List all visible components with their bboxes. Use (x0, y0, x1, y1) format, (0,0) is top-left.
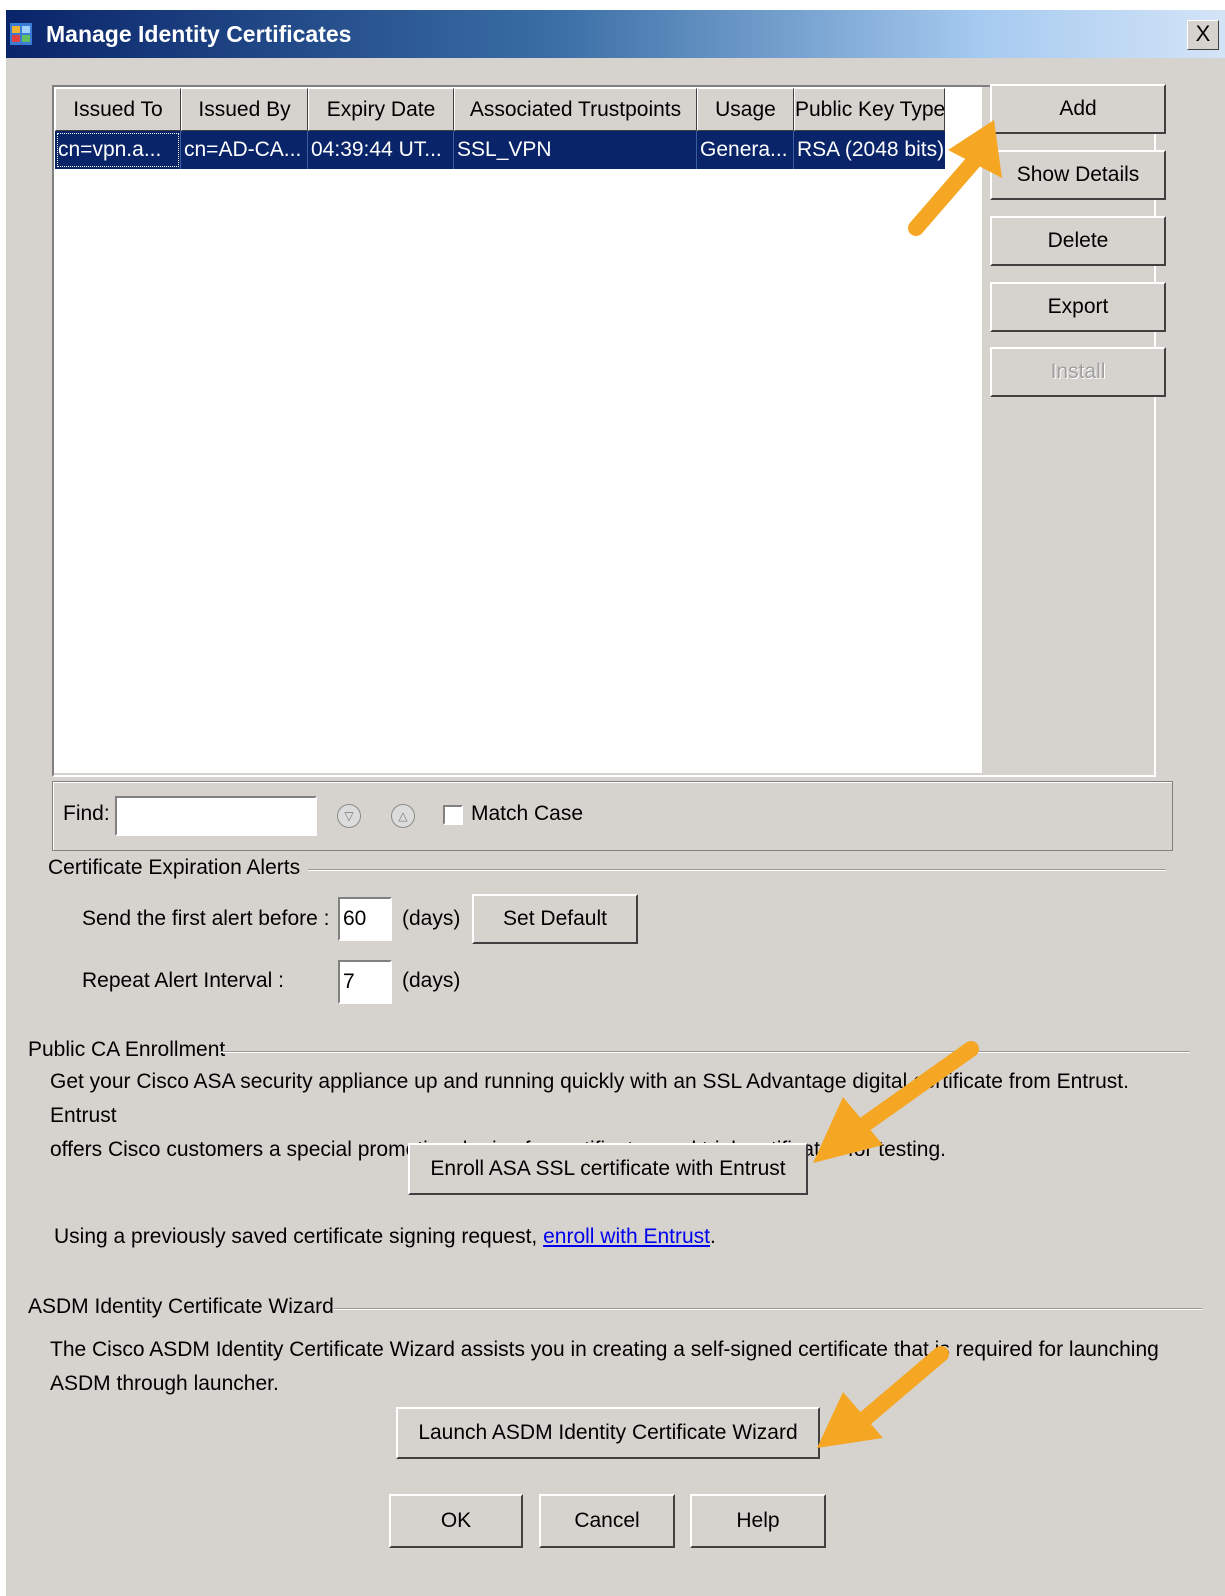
manage-identity-certificates-dialog: Manage Identity Certificates X Issued To… (6, 10, 1225, 1596)
cell-issued-by[interactable]: cn=AD-CA... (181, 131, 308, 169)
cell-public-key-type[interactable]: RSA (2048 bits) (794, 131, 945, 169)
find-input[interactable] (115, 796, 317, 836)
wizard-line-1: The Cisco ASDM Identity Certificate Wiza… (50, 1338, 1159, 1361)
column-header-issued-to[interactable]: Issued To (55, 88, 181, 131)
launch-wizard-button[interactable]: Launch ASDM Identity Certificate Wizard (396, 1407, 820, 1459)
find-previous-icon[interactable]: △ (391, 804, 415, 828)
find-label: Find: (63, 802, 110, 825)
export-button[interactable]: Export (990, 282, 1166, 332)
csr-line: Using a previously saved certificate sig… (54, 1220, 716, 1254)
wizard-separator (334, 1308, 1202, 1310)
first-alert-unit: (days) (402, 907, 461, 930)
find-next-icon[interactable]: ▽ (337, 804, 361, 828)
wizard-heading: ASDM Identity Certificate Wizard (28, 1295, 334, 1318)
first-alert-input[interactable]: 60 (338, 897, 392, 941)
show-details-button[interactable]: Show Details (990, 150, 1166, 200)
add-button[interactable]: Add (990, 84, 1166, 134)
enroll-entrust-button[interactable]: Enroll ASA SSL certificate with Entrust (408, 1143, 808, 1195)
alerts-separator (308, 869, 1166, 871)
help-button[interactable]: Help (690, 1494, 826, 1548)
column-header-public-key-type[interactable]: Public Key Type (794, 88, 945, 131)
wizard-description: The Cisco ASDM Identity Certificate Wiza… (50, 1333, 1190, 1401)
public-ca-separator (220, 1051, 1190, 1053)
match-case-checkbox[interactable] (443, 805, 463, 825)
repeat-alert-input[interactable]: 7 (338, 960, 392, 1004)
first-alert-label: Send the first alert before : (82, 907, 330, 930)
enroll-with-entrust-link[interactable]: enroll with Entrust (543, 1225, 710, 1248)
cell-expiry-date[interactable]: 04:39:44 UT... (308, 131, 454, 169)
match-case-label: Match Case (471, 802, 584, 825)
cell-issued-to[interactable]: cn=vpn.a... (55, 131, 181, 169)
public-ca-heading: Public CA Enrollment (28, 1038, 226, 1061)
cell-usage[interactable]: Genera... (697, 131, 794, 169)
find-bar: Find: ▽ △ Match Case (52, 781, 1173, 851)
delete-button[interactable]: Delete (990, 216, 1166, 266)
ok-button[interactable]: OK (389, 1494, 523, 1548)
app-icon (10, 23, 32, 45)
set-default-button[interactable]: Set Default (472, 894, 638, 944)
repeat-alert-unit: (days) (402, 969, 461, 992)
window-title: Manage Identity Certificates (46, 21, 352, 47)
column-header-usage[interactable]: Usage (697, 88, 794, 131)
wizard-line-2: ASDM through launcher. (50, 1372, 279, 1395)
table-viewport[interactable]: Issued To Issued By Expiry Date Associat… (54, 87, 982, 773)
close-icon[interactable]: X (1187, 20, 1219, 50)
column-header-expiry-date[interactable]: Expiry Date (308, 88, 454, 131)
cancel-button[interactable]: Cancel (539, 1494, 675, 1548)
title-bar[interactable]: Manage Identity Certificates X (6, 10, 1225, 58)
public-ca-line-1: Get your Cisco ASA security appliance up… (50, 1070, 1129, 1127)
csr-period: . (710, 1225, 716, 1248)
cell-associated-trustpoints[interactable]: SSL_VPN (454, 131, 697, 169)
csr-text: Using a previously saved certificate sig… (54, 1225, 538, 1248)
alerts-heading: Certificate Expiration Alerts (48, 856, 301, 879)
column-header-associated-trustpoints[interactable]: Associated Trustpoints (454, 88, 697, 131)
repeat-alert-label: Repeat Alert Interval : (82, 969, 284, 992)
install-button[interactable]: Install (990, 347, 1166, 397)
column-header-issued-by[interactable]: Issued By (181, 88, 308, 131)
